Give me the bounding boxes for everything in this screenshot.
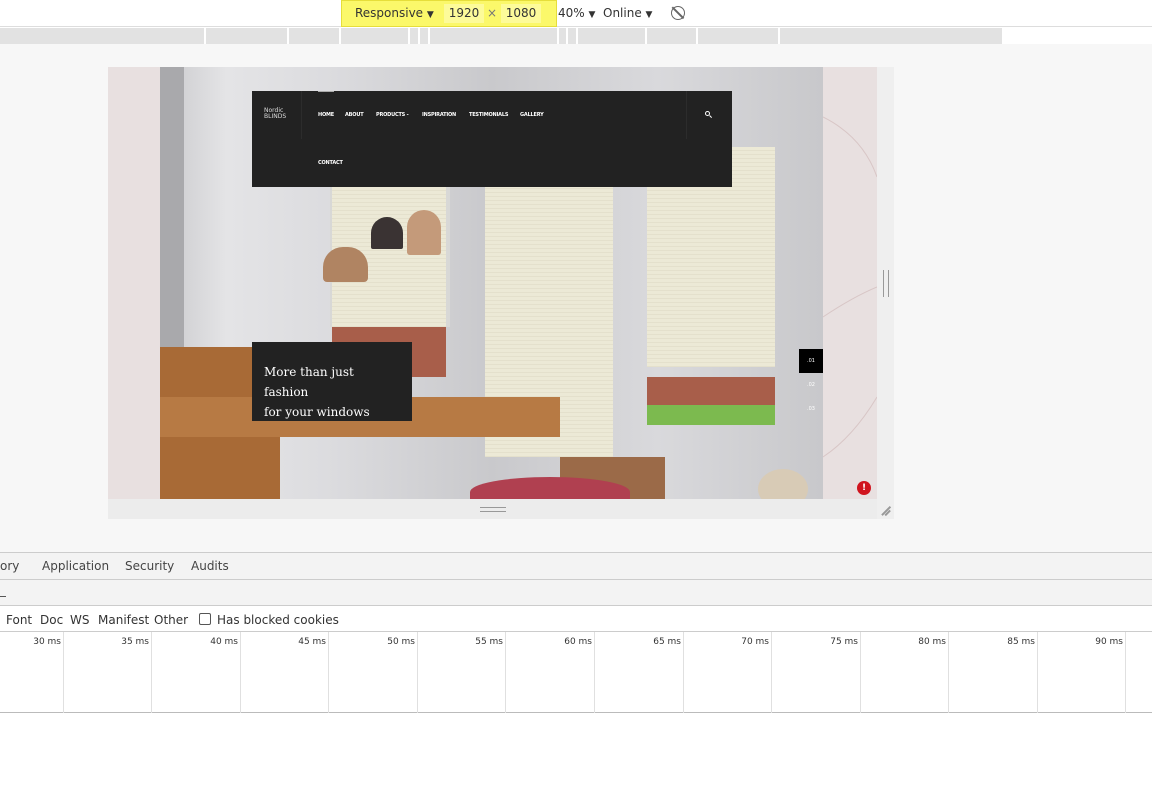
resize-handle-right[interactable] <box>883 270 889 297</box>
nav-contact[interactable]: CONTACT <box>318 160 343 166</box>
timeline-label: 55 ms <box>475 637 503 647</box>
timeline-label: 40 ms <box>210 637 238 647</box>
logo-bottom: BLINDS <box>264 113 287 120</box>
timeline-gridline <box>860 632 861 713</box>
resize-corner-icon[interactable] <box>878 502 892 516</box>
blocked-cookies-checkbox[interactable] <box>199 613 211 625</box>
caption-line: More than just fashion <box>264 365 354 399</box>
timeline-label: 35 ms <box>121 637 149 647</box>
timeline-gridline <box>771 632 772 713</box>
times-icon: × <box>487 6 498 20</box>
width-input[interactable]: 1920 <box>444 4 484 23</box>
filter-other[interactable]: Other <box>154 613 188 627</box>
rotate-icon[interactable] <box>671 6 685 20</box>
resize-handle-bottom[interactable] <box>480 507 506 512</box>
tab-audits[interactable]: Audits <box>191 559 229 573</box>
device-select[interactable]: Responsive ▼ <box>355 6 434 20</box>
filter-manifest[interactable]: Manifest <box>98 613 149 627</box>
network-select[interactable]: Online ▼ <box>603 6 652 20</box>
nav-home[interactable]: HOME <box>318 112 334 118</box>
nav-inspiration[interactable]: INSPIRATION <box>422 112 456 118</box>
timeline-gridline <box>948 632 949 713</box>
timeline-gridline <box>1125 632 1126 713</box>
decorative-lines <box>823 116 877 458</box>
hero-caption: More than just fashion for your windows <box>252 342 412 421</box>
timeline-label: 70 ms <box>741 637 769 647</box>
media-query-ruler[interactable] <box>0 28 1002 44</box>
timeline-gridline <box>240 632 241 713</box>
timeline-gridline <box>151 632 152 713</box>
network-toolbar <box>0 580 1152 606</box>
slide-dot-2[interactable]: .02 <box>799 373 823 397</box>
site-header: Nordic BLINDS HOME ABOUT PRODUCTS - INSPI… <box>252 91 732 187</box>
search-icon[interactable] <box>705 111 713 119</box>
network-label: Online <box>603 6 642 20</box>
nav-products[interactable]: PRODUCTS - <box>376 112 409 118</box>
zoom-label: 40% <box>558 6 585 20</box>
timeline-gridline <box>63 632 64 713</box>
nav-about[interactable]: ABOUT <box>345 112 364 118</box>
tab-memory[interactable]: ory <box>0 559 19 573</box>
blocked-cookies-label: Has blocked cookies <box>217 613 339 627</box>
dropdown-icon: ▼ <box>645 10 653 20</box>
timeline-label: 30 ms <box>33 637 61 647</box>
tab-security[interactable]: Security <box>125 559 174 573</box>
timeline-gridline <box>594 632 595 713</box>
slide-dot-1[interactable]: .01 <box>799 349 823 373</box>
timeline-gridline <box>417 632 418 713</box>
filter-doc[interactable]: Doc <box>40 613 63 627</box>
device-label: Responsive <box>355 6 424 20</box>
timeline-label: 80 ms <box>918 637 946 647</box>
site-logo[interactable]: Nordic BLINDS <box>264 108 286 120</box>
timeline-gridline <box>505 632 506 713</box>
timeline-label: 75 ms <box>830 637 858 647</box>
height-input[interactable]: 1080 <box>501 4 541 23</box>
timeline-label: 65 ms <box>653 637 681 647</box>
timeline-label: 60 ms <box>564 637 592 647</box>
dropdown-icon: ▼ <box>426 10 434 20</box>
filter-ws[interactable]: WS <box>70 613 89 627</box>
timeline-gridline <box>683 632 684 713</box>
timeline-gridline <box>328 632 329 713</box>
active-indicator <box>318 91 334 92</box>
tab-application[interactable]: Application <box>42 559 109 573</box>
nav-gallery[interactable]: GALLERY <box>520 112 544 118</box>
timeline-label: 50 ms <box>387 637 415 647</box>
nav-testimonials[interactable]: TESTIMONIALS <box>469 112 508 118</box>
slide-dot-3[interactable]: .03 <box>799 397 823 421</box>
zoom-select[interactable]: 40% ▼ <box>558 6 595 20</box>
timeline-label: 90 ms <box>1095 637 1123 647</box>
alert-icon[interactable]: ! <box>857 481 871 495</box>
dropdown-icon: ▼ <box>588 10 596 20</box>
download-icon[interactable] <box>0 587 6 597</box>
caption-line: for your windows <box>264 405 370 419</box>
filter-font[interactable]: Font <box>6 613 32 627</box>
timeline-label: 45 ms <box>298 637 326 647</box>
timeline-gridline <box>1037 632 1038 713</box>
timeline-label: 85 ms <box>1007 637 1035 647</box>
